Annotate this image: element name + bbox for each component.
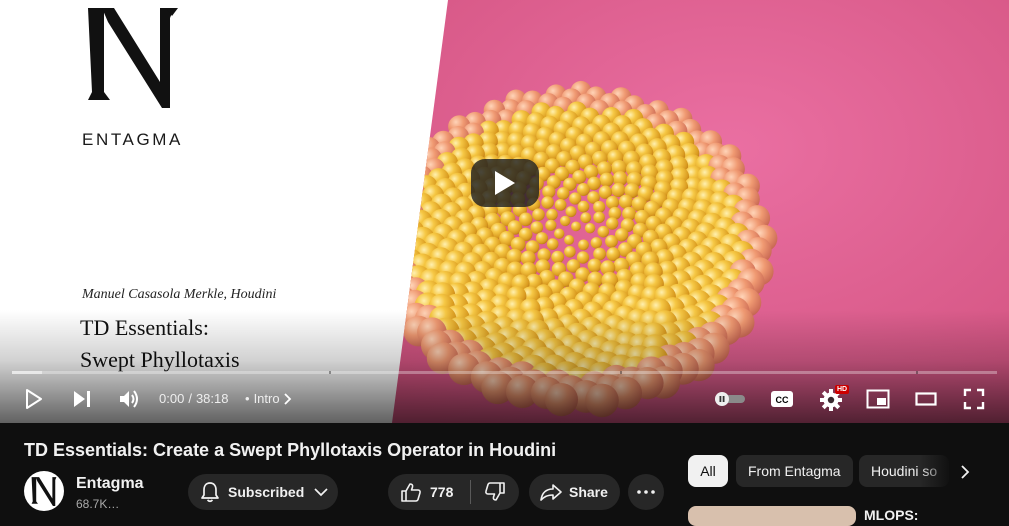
sphere	[541, 196, 554, 209]
theater-icon	[915, 392, 937, 406]
chevron-right-icon	[960, 465, 969, 479]
chapter-marker	[620, 371, 622, 374]
sphere	[556, 187, 570, 200]
autoplay-toggle[interactable]	[712, 380, 748, 418]
channel-avatar[interactable]	[24, 471, 64, 511]
thumbnail-title-line-1: TD Essentials:	[80, 315, 209, 340]
progress-buffered	[12, 371, 42, 374]
fullscreen-button[interactable]	[958, 380, 990, 418]
sphere	[551, 250, 565, 264]
channel-name[interactable]: Entagma	[76, 475, 144, 493]
sphere	[599, 172, 614, 187]
chips-next-button[interactable]	[952, 458, 978, 486]
chevron-right-icon	[283, 392, 291, 405]
theater-mode-button[interactable]	[910, 380, 942, 418]
dislike-button[interactable]	[471, 474, 519, 510]
settings-button[interactable]: HD	[814, 380, 850, 418]
next-icon	[74, 391, 90, 407]
play-icon	[26, 389, 42, 409]
bell-icon	[201, 482, 219, 503]
sphere	[546, 208, 558, 221]
sphere	[564, 246, 576, 258]
time-separator: /	[188, 391, 192, 406]
more-actions-button[interactable]	[628, 474, 664, 510]
recommendation-thumbnail[interactable]	[688, 506, 856, 526]
entagma-logo	[31, 477, 57, 506]
sphere	[590, 237, 602, 249]
sphere	[605, 195, 620, 210]
chapter-bullet: •	[245, 391, 250, 406]
chip-from-entagma[interactable]: From Entagma	[736, 455, 853, 487]
subscribed-label: Subscribed	[228, 484, 305, 500]
sphere	[611, 182, 626, 198]
sphere	[530, 221, 544, 234]
large-play-button[interactable]	[471, 159, 539, 207]
svg-text:CC: CC	[776, 395, 789, 405]
sphere	[560, 215, 571, 227]
sphere	[606, 217, 619, 230]
time-total: 38:18	[195, 391, 229, 406]
thumbnail-author: Manuel Casasola Merkle, Houdini	[82, 287, 277, 302]
captions-icon: CC	[771, 391, 793, 407]
sphere	[578, 239, 589, 251]
time-current: 0:00	[159, 391, 185, 406]
chevron-down-icon	[314, 487, 328, 496]
volume-icon	[120, 390, 138, 408]
subscriber-count: 68.7K…	[76, 497, 120, 511]
sphere	[587, 258, 602, 273]
share-icon	[540, 484, 562, 501]
progress-bar[interactable]	[12, 371, 997, 374]
sphere	[545, 219, 557, 231]
like-count: 778	[430, 484, 454, 500]
sphere	[577, 200, 590, 213]
sphere	[546, 238, 559, 250]
sphere	[554, 228, 565, 239]
sphere	[532, 208, 545, 221]
video-player[interactable]: ENTAGMA Manuel Casasola Merkle, Houdini …	[0, 0, 1009, 423]
share-label: Share	[569, 484, 608, 500]
chip-all[interactable]: All	[688, 455, 728, 487]
sphere	[618, 194, 634, 209]
play-icon	[495, 171, 515, 195]
chapter-marker	[329, 371, 331, 374]
entagma-logo	[88, 8, 178, 108]
recommendation-title[interactable]: MLOPS:	[864, 507, 918, 523]
next-button[interactable]	[66, 380, 98, 418]
like-dislike-group: 778	[388, 474, 519, 510]
thumbnail-title: TD Essentials: Swept Phyllotaxis	[80, 312, 240, 376]
chapter-label: Intro	[253, 391, 280, 406]
sphere	[605, 235, 618, 248]
sphere	[571, 221, 581, 232]
chapter-marker	[916, 371, 918, 374]
sphere	[584, 223, 596, 234]
sphere	[597, 225, 610, 238]
thumbs-down-icon	[485, 482, 505, 501]
sphere	[535, 232, 549, 245]
more-horizontal-icon	[637, 490, 655, 494]
time-display: 0:00/38:18	[159, 391, 228, 406]
thumbs-up-icon	[401, 483, 421, 502]
video-title: TD Essentials: Create a Swept Phyllotaxi…	[24, 440, 557, 460]
hd-badge: HD	[835, 385, 850, 394]
sphere	[554, 199, 567, 211]
sphere	[580, 212, 592, 224]
miniplayer-icon	[866, 389, 890, 409]
chapter-button[interactable]: • Intro	[245, 391, 292, 406]
fullscreen-icon	[963, 388, 985, 410]
captions-button[interactable]: CC	[766, 380, 798, 418]
brand-name: ENTAGMA	[82, 130, 184, 149]
play-button[interactable]	[18, 380, 50, 418]
sphere	[565, 206, 577, 218]
subscribed-button[interactable]: Subscribed	[188, 474, 338, 510]
sphere	[593, 200, 606, 214]
sphere	[564, 235, 575, 245]
sphere	[593, 247, 606, 261]
sphere	[593, 211, 605, 224]
miniplayer-button[interactable]	[862, 380, 894, 418]
autoplay-toggle-icon	[715, 392, 745, 406]
mute-button[interactable]	[114, 380, 146, 418]
like-button[interactable]: 778	[388, 474, 470, 510]
share-button[interactable]: Share	[529, 474, 620, 510]
player-controls: 0:00/38:18 • Intro CC HD	[0, 380, 1009, 418]
